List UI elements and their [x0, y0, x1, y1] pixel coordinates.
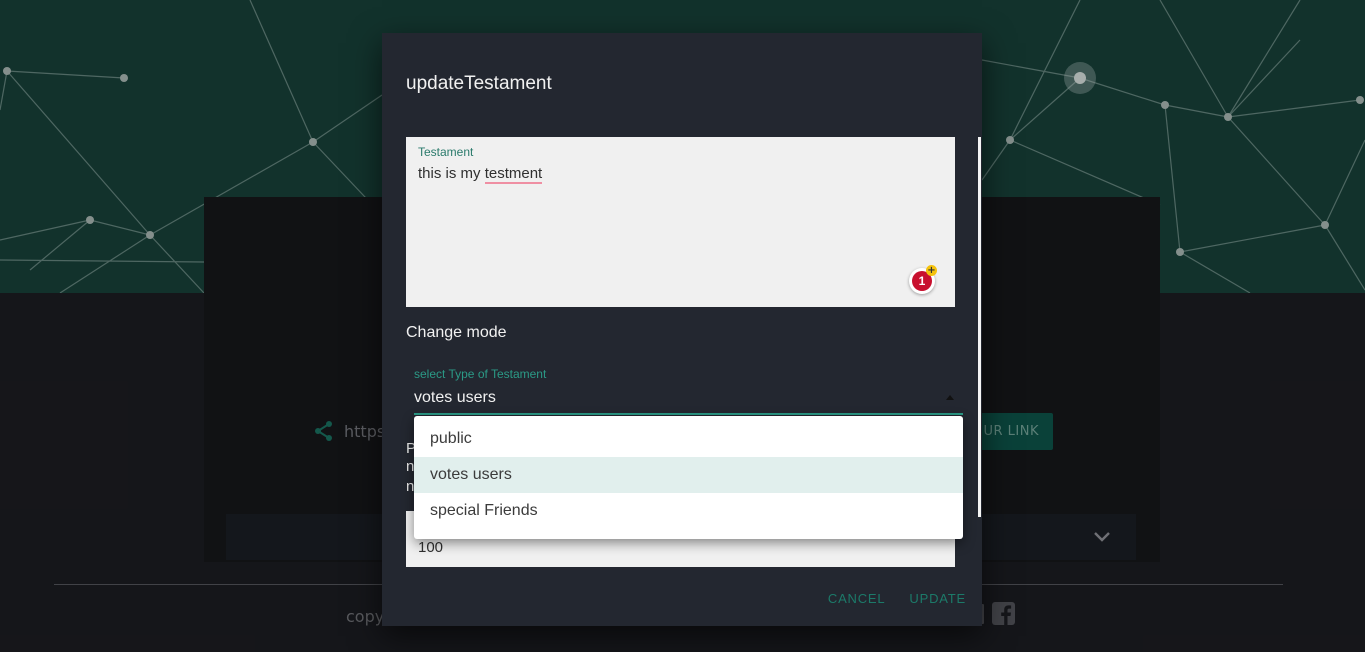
- select-type-label: select Type of Testament: [414, 367, 547, 381]
- option-special-friends[interactable]: special Friends: [414, 493, 963, 529]
- option-public[interactable]: public: [414, 421, 963, 457]
- change-mode-label: Change mode: [406, 324, 507, 341]
- grammar-badge-icon[interactable]: 1 +: [909, 265, 937, 294]
- testament-label: Testament: [418, 145, 474, 159]
- select-arrow-icon[interactable]: [946, 395, 954, 400]
- cancel-button[interactable]: CANCEL: [828, 591, 886, 606]
- select-dropdown-menu: public votes users special Friends: [414, 416, 963, 539]
- testament-text[interactable]: this is my testment: [418, 165, 543, 184]
- select-type-value[interactable]: votes users: [414, 389, 496, 407]
- plus-icon: +: [926, 265, 937, 276]
- testament-text-start: this is my: [418, 165, 485, 182]
- dialog-title: updateTestament: [406, 73, 552, 94]
- scrollbar[interactable]: [978, 137, 981, 517]
- dialog-actions: CANCEL UPDATE: [828, 591, 966, 606]
- testament-textarea[interactable]: Testament this is my testment 1 +: [406, 137, 955, 307]
- update-button[interactable]: UPDATE: [909, 591, 966, 606]
- number-value: 100: [418, 539, 444, 556]
- option-votes-users[interactable]: votes users: [414, 457, 963, 493]
- select-underline: [414, 413, 963, 415]
- misspelled-word[interactable]: testment: [484, 165, 543, 184]
